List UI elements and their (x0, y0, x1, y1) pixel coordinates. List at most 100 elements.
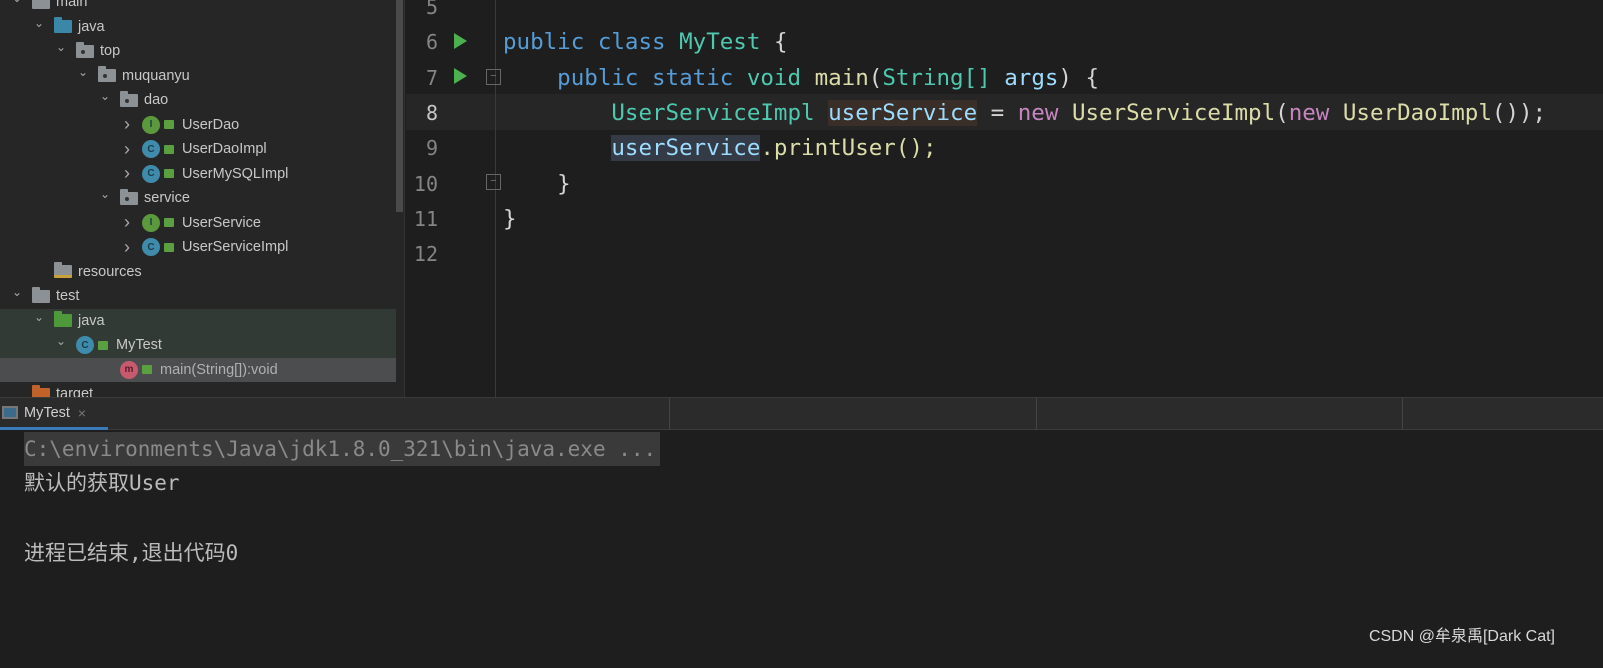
code-token: userService (611, 135, 761, 162)
tree-item[interactable]: ⌄ java (0, 15, 396, 40)
tree-item[interactable]: ⌄ C MyTest (0, 333, 396, 358)
console-icon (2, 406, 18, 419)
folder-icon (32, 0, 50, 9)
tab-mytest[interactable]: MyTest × (0, 398, 108, 430)
close-icon[interactable]: × (78, 405, 86, 421)
code-line[interactable]: userService.printUser(); (503, 131, 937, 167)
tree-item[interactable]: › I UserService (0, 211, 396, 236)
code-line[interactable]: } (503, 167, 571, 203)
resources-folder-icon (54, 262, 72, 279)
gutter-divider (495, 0, 496, 397)
chevron-right-icon[interactable]: › (120, 237, 134, 258)
console-output[interactable]: C:\environments\Java\jdk1.8.0_321\bin\ja… (0, 430, 1603, 668)
tree-item-label: java (78, 312, 105, 329)
tab-label: MyTest (24, 404, 70, 421)
run-main-icon[interactable] (454, 68, 467, 84)
code-token: UserServiceImpl (503, 99, 829, 126)
tree-item-label: UserDao (182, 116, 240, 133)
chevron-down-icon[interactable]: ⌄ (98, 187, 112, 201)
tree-item-label: main(String[]):void (160, 361, 278, 378)
tree-item[interactable]: target (0, 382, 396, 397)
code-line[interactable]: UserServiceImpl userService = new UserSe… (503, 96, 1546, 132)
fold-icon[interactable]: − (486, 69, 501, 85)
tree-item-label: dao (144, 92, 169, 109)
public-access-icon (164, 120, 174, 130)
class-icon: C (142, 238, 160, 257)
code-token: = (977, 99, 1018, 126)
tree-item[interactable]: ⌄ main (0, 0, 396, 15)
folder-icon (32, 384, 50, 397)
console-line: 默认的获取User (24, 471, 180, 495)
tree-item-label: UserDaoImpl (182, 141, 267, 158)
line-number: 11 (413, 206, 438, 231)
package-icon (76, 41, 94, 58)
tree-item-label: service (144, 190, 190, 207)
chevron-down-icon[interactable]: ⌄ (54, 40, 68, 54)
code-token: MyTest (679, 29, 774, 56)
tree-item[interactable]: ⌄ test (0, 284, 396, 309)
method-icon: m (120, 360, 138, 379)
class-icon: C (142, 140, 160, 159)
tree-item[interactable]: › C UserMySQLImpl (0, 162, 396, 187)
console-command-line: C:\environments\Java\jdk1.8.0_321\bin\ja… (24, 432, 661, 466)
fold-icon[interactable]: − (486, 174, 501, 190)
tree-item[interactable]: ⌄ top (0, 39, 396, 64)
folder-icon (54, 311, 72, 328)
tree-item[interactable]: › I UserDao (0, 113, 396, 138)
line-number: 12 (413, 242, 438, 267)
tree-item-label: UserServiceImpl (182, 239, 289, 256)
public-access-icon (164, 169, 174, 179)
code-token: void (746, 64, 815, 91)
code-token: ( (868, 64, 883, 91)
code-token: String[] (882, 64, 1005, 91)
chevron-down-icon[interactable]: ⌄ (98, 89, 112, 103)
tree-item[interactable]: ⌄ java (0, 308, 396, 333)
tree-item-label: target (56, 386, 94, 397)
code-token: UserDaoImpl (1342, 99, 1492, 126)
code-token: class (597, 29, 680, 56)
tree-item[interactable]: › C UserDaoImpl (0, 137, 396, 162)
code-line[interactable]: public class MyTest { (503, 25, 787, 61)
code-line[interactable]: } (503, 202, 517, 238)
tree-item[interactable]: m main(String[]):void (0, 357, 396, 382)
class-icon: C (76, 336, 94, 355)
chevron-down-icon[interactable]: ⌄ (32, 16, 46, 30)
tree-item-label: MyTest (116, 337, 162, 354)
tree-item-label: top (100, 43, 121, 60)
code-token: static (652, 64, 747, 91)
code-token: ) { (1058, 64, 1100, 91)
chevron-down-icon[interactable]: ⌄ (76, 65, 90, 79)
line-number: 10 (413, 171, 438, 196)
code-token: main (814, 64, 869, 91)
run-class-icon[interactable] (454, 33, 467, 49)
tree-item-label: java (78, 18, 105, 35)
code-editor[interactable]: − − 5 6 public class MyTest {7 public stat… (406, 0, 1603, 397)
folder-icon (54, 17, 72, 34)
tree-item-label: main (56, 0, 88, 11)
chevron-right-icon[interactable]: › (120, 163, 134, 184)
chevron-right-icon[interactable]: › (120, 114, 134, 135)
chevron-down-icon[interactable]: ⌄ (32, 310, 46, 324)
code-line[interactable]: public static void main(String[] args) { (503, 61, 1099, 97)
tree-item[interactable]: ⌄ service (0, 186, 396, 211)
line-number: 5 (425, 0, 438, 19)
chevron-down-icon[interactable]: ⌄ (54, 334, 68, 348)
tree-item-label: muquanyu (122, 67, 190, 84)
tree-item[interactable]: ⌄ dao (0, 88, 396, 113)
tree-item[interactable]: resources (0, 260, 396, 285)
chevron-right-icon[interactable]: › (120, 212, 134, 233)
chevron-right-icon[interactable]: › (120, 139, 134, 160)
chevron-down-icon[interactable]: ⌄ (10, 285, 24, 299)
public-access-icon (164, 242, 174, 252)
interface-icon: I (142, 213, 160, 232)
class-icon: C (142, 164, 160, 183)
code-token: new (1288, 99, 1343, 126)
tree-item[interactable]: ⌄ muquanyu (0, 64, 396, 89)
tree-item-label: test (56, 288, 80, 305)
code-token: } (503, 205, 517, 232)
line-number: 8 (425, 100, 438, 125)
chevron-down-icon[interactable]: ⌄ (10, 0, 24, 5)
sidebar-scrollbar[interactable] (396, 0, 403, 212)
tree-item[interactable]: › C UserServiceImpl (0, 235, 396, 260)
